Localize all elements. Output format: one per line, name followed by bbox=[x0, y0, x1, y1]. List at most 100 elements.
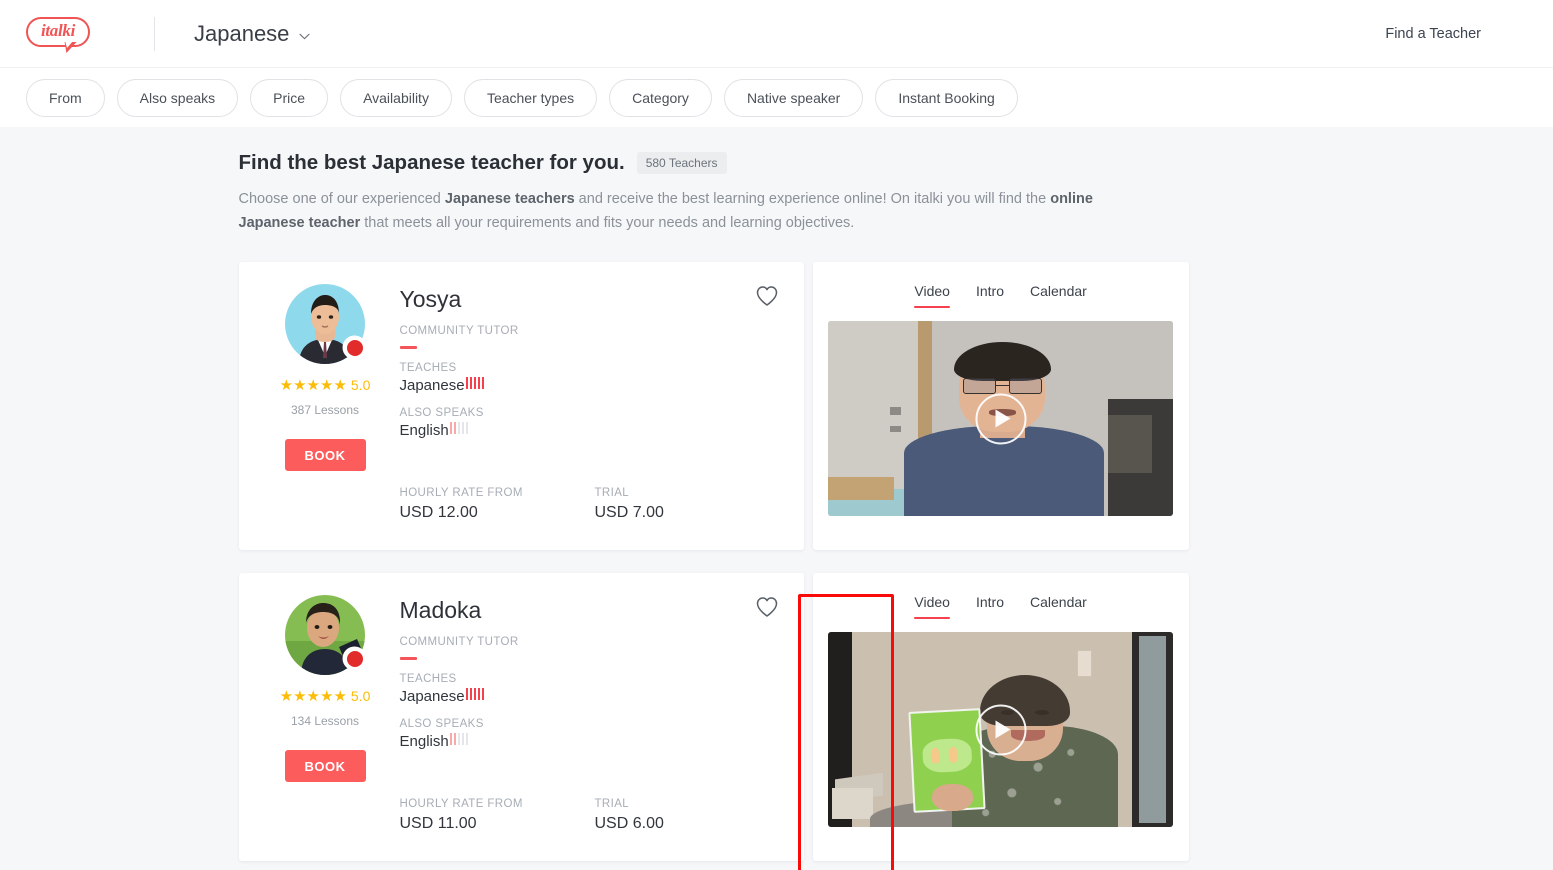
page-title: Find the best Japanese teacher for you. bbox=[238, 151, 625, 174]
desc-bold-1: Japanese teachers bbox=[444, 191, 575, 207]
favorite-heart-icon[interactable] bbox=[755, 285, 779, 309]
play-triangle bbox=[995, 720, 1011, 739]
filter-pill-price[interactable]: Price bbox=[250, 78, 329, 117]
teacher-card-madoka[interactable]: ★ ★ ★ ★ ★ 5.0 134 Lessons BOOK Madoka CO… bbox=[238, 573, 804, 861]
tab-intro[interactable]: Intro bbox=[976, 594, 1004, 619]
video-thumbnail[interactable] bbox=[828, 321, 1174, 516]
desc-part-2: and receive the best learning experience… bbox=[574, 191, 1051, 207]
hourly-rate-value: USD 11.00 bbox=[399, 815, 477, 832]
star-icon: ★ bbox=[319, 376, 334, 394]
pricing-row: HOURLY RATE FROM USD 12.00 TRIAL USD 7.0… bbox=[400, 487, 715, 522]
teaches-label: TEACHES bbox=[399, 362, 457, 375]
tab-video[interactable]: Video bbox=[914, 283, 950, 308]
media-tabs: Video Intro Calendar bbox=[914, 283, 1087, 308]
trial-rate-block: TRIAL USD 7.00 bbox=[595, 487, 715, 522]
play-icon[interactable] bbox=[975, 393, 1027, 444]
flag-dot bbox=[346, 339, 363, 356]
filter-bar: From Also speaks Price Availability Teac… bbox=[0, 67, 1553, 127]
filter-pill-also-speaks[interactable]: Also speaks bbox=[116, 78, 239, 117]
avatar[interactable] bbox=[285, 595, 365, 675]
rating-value: 5.0 bbox=[350, 688, 371, 704]
filter-pill-instant-booking[interactable]: Instant Booking bbox=[875, 78, 1018, 117]
logo-text: italki bbox=[40, 21, 76, 40]
star-rating-icons: ★ ★ ★ ★ ★ bbox=[280, 689, 347, 704]
teacher-media-panel: Video Intro Calendar bbox=[812, 262, 1189, 550]
star-icon: ★ bbox=[306, 376, 320, 394]
star-icon: ★ bbox=[333, 687, 347, 705]
teacher-media-panel: Video Intro Calendar bbox=[812, 573, 1189, 861]
desc-part-3: that meets all your requirements and fit… bbox=[360, 215, 855, 231]
japan-flag-icon bbox=[344, 648, 365, 669]
rating: ★ ★ ★ ★ ★ 5.0 bbox=[280, 688, 371, 704]
language-selector[interactable]: Japanese bbox=[194, 21, 310, 47]
filter-pill-availability[interactable]: Availability bbox=[340, 78, 452, 117]
trial-rate-value: USD 6.00 bbox=[594, 815, 664, 832]
star-rating-icons: ★ ★ ★ ★ ★ bbox=[280, 378, 347, 393]
video-thumbnail[interactable] bbox=[828, 632, 1174, 827]
star-icon: ★ bbox=[293, 687, 307, 705]
book-button[interactable]: BOOK bbox=[284, 750, 366, 782]
rating-value: 5.0 bbox=[350, 377, 371, 393]
teacher-type-label: COMMUNITY TUTOR bbox=[399, 636, 519, 649]
filter-pill-teacher-types[interactable]: Teacher types bbox=[463, 78, 598, 117]
teaches-language: Japanese bbox=[399, 688, 465, 706]
star-icon: ★ bbox=[333, 376, 347, 394]
filter-pill-native-speaker[interactable]: Native speaker bbox=[723, 78, 864, 117]
teaches-level-bars bbox=[465, 688, 485, 701]
teaches-level-bars bbox=[465, 377, 485, 390]
also-speaks-value: English bbox=[400, 733, 580, 750]
pricing-row: HOURLY RATE FROM USD 11.00 TRIAL USD 6.0… bbox=[400, 798, 715, 833]
also-speaks-label: ALSO SPEAKS bbox=[399, 718, 484, 731]
also-speaks-language: English bbox=[399, 733, 449, 751]
find-a-teacher-link[interactable]: Find a Teacher bbox=[1385, 26, 1481, 42]
star-icon: ★ bbox=[293, 376, 307, 394]
rating: ★ ★ ★ ★ ★ 5.0 bbox=[280, 377, 371, 393]
trial-rate-value: USD 7.00 bbox=[594, 504, 664, 521]
teacher-summary-column: ★ ★ ★ ★ ★ 5.0 387 Lessons BOOK bbox=[272, 284, 379, 550]
also-speaks-value: English bbox=[400, 422, 580, 439]
page-heading-row: Find the best Japanese teacher for you. … bbox=[239, 151, 1189, 176]
teacher-name[interactable]: Madoka bbox=[400, 597, 580, 623]
site-header: italki Japanese Find a Teacher bbox=[0, 0, 1553, 67]
trial-rate-block: TRIAL USD 6.00 bbox=[595, 798, 715, 833]
teacher-type-label: COMMUNITY TUTOR bbox=[399, 325, 519, 338]
teacher-count-badge: 580 Teachers bbox=[636, 152, 727, 174]
avatar[interactable] bbox=[285, 284, 365, 364]
teacher-card-yosya[interactable]: ★ ★ ★ ★ ★ 5.0 387 Lessons BOOK Yosya COM… bbox=[238, 262, 804, 550]
play-triangle bbox=[995, 409, 1011, 428]
also-speaks-label: ALSO SPEAKS bbox=[399, 407, 484, 420]
tab-calendar[interactable]: Calendar bbox=[1030, 594, 1087, 619]
tab-intro[interactable]: Intro bbox=[976, 283, 1004, 308]
tab-calendar[interactable]: Calendar bbox=[1030, 283, 1087, 308]
teacher-type-underline bbox=[399, 346, 417, 350]
lessons-count: 387 Lessons bbox=[290, 403, 360, 417]
filter-pill-category[interactable]: Category bbox=[609, 78, 712, 117]
favorite-heart-icon[interactable] bbox=[755, 596, 779, 620]
flag-dot bbox=[346, 650, 363, 667]
book-button[interactable]: BOOK bbox=[284, 439, 366, 471]
star-icon: ★ bbox=[279, 376, 294, 394]
hourly-rate-value: USD 12.00 bbox=[399, 504, 478, 521]
teaches-label: TEACHES bbox=[399, 673, 457, 686]
japan-flag-icon bbox=[344, 337, 365, 358]
star-icon: ★ bbox=[319, 687, 334, 705]
also-speaks-level-bars bbox=[449, 733, 469, 746]
teacher-name[interactable]: Yosya bbox=[400, 286, 580, 312]
filter-pill-from[interactable]: From bbox=[26, 78, 105, 117]
tab-video[interactable]: Video bbox=[914, 594, 950, 619]
hourly-rate-label: HOURLY RATE FROM bbox=[399, 487, 523, 499]
star-icon: ★ bbox=[306, 687, 320, 705]
teacher-row: ★ ★ ★ ★ ★ 5.0 134 Lessons BOOK Madoka CO… bbox=[238, 573, 1189, 861]
play-icon[interactable] bbox=[975, 704, 1027, 755]
trial-rate-label: TRIAL bbox=[594, 798, 630, 810]
main-content: Find the best Japanese teacher for you. … bbox=[0, 127, 1553, 870]
logo-bubble-tail-inner bbox=[65, 40, 73, 48]
star-icon: ★ bbox=[279, 687, 294, 705]
teaches-value: Japanese bbox=[400, 377, 580, 394]
teaches-value: Japanese bbox=[400, 688, 580, 705]
page-description: Choose one of our experienced Japanese t… bbox=[239, 187, 1129, 235]
trial-rate-label: TRIAL bbox=[594, 487, 630, 499]
language-selector-label: Japanese bbox=[194, 20, 290, 46]
lessons-count: 134 Lessons bbox=[290, 714, 360, 728]
italki-logo[interactable]: italki bbox=[26, 16, 90, 53]
